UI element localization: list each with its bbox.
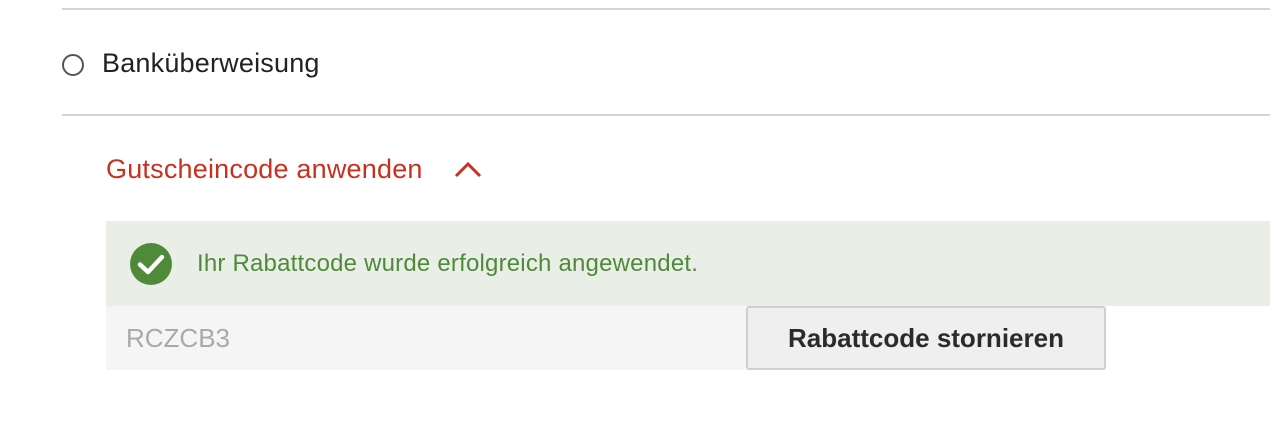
divider-middle	[62, 114, 1270, 116]
coupon-toggle[interactable]: Gutscheincode anwenden	[106, 148, 483, 190]
coupon-code-input[interactable]	[106, 306, 746, 370]
success-message-text: Ihr Rabattcode wurde erfolgreich angewen…	[197, 249, 699, 277]
chevron-up-icon	[454, 161, 481, 178]
cancel-coupon-button[interactable]: Rabattcode stornieren	[746, 306, 1106, 370]
success-message-box: Ihr Rabattcode wurde erfolgreich angewen…	[106, 221, 1270, 306]
radio-unchecked-icon[interactable]	[62, 54, 84, 76]
divider-top	[62, 8, 1270, 10]
coupon-toggle-label: Gutscheincode anwenden	[106, 153, 423, 184]
check-circle-icon	[130, 242, 172, 285]
checkout-payment-section: Banküberweisung Gutscheincode anwenden I…	[0, 0, 1270, 438]
payment-option-bank-transfer[interactable]: Banküberweisung	[62, 40, 320, 86]
payment-option-label: Banküberweisung	[102, 47, 320, 78]
